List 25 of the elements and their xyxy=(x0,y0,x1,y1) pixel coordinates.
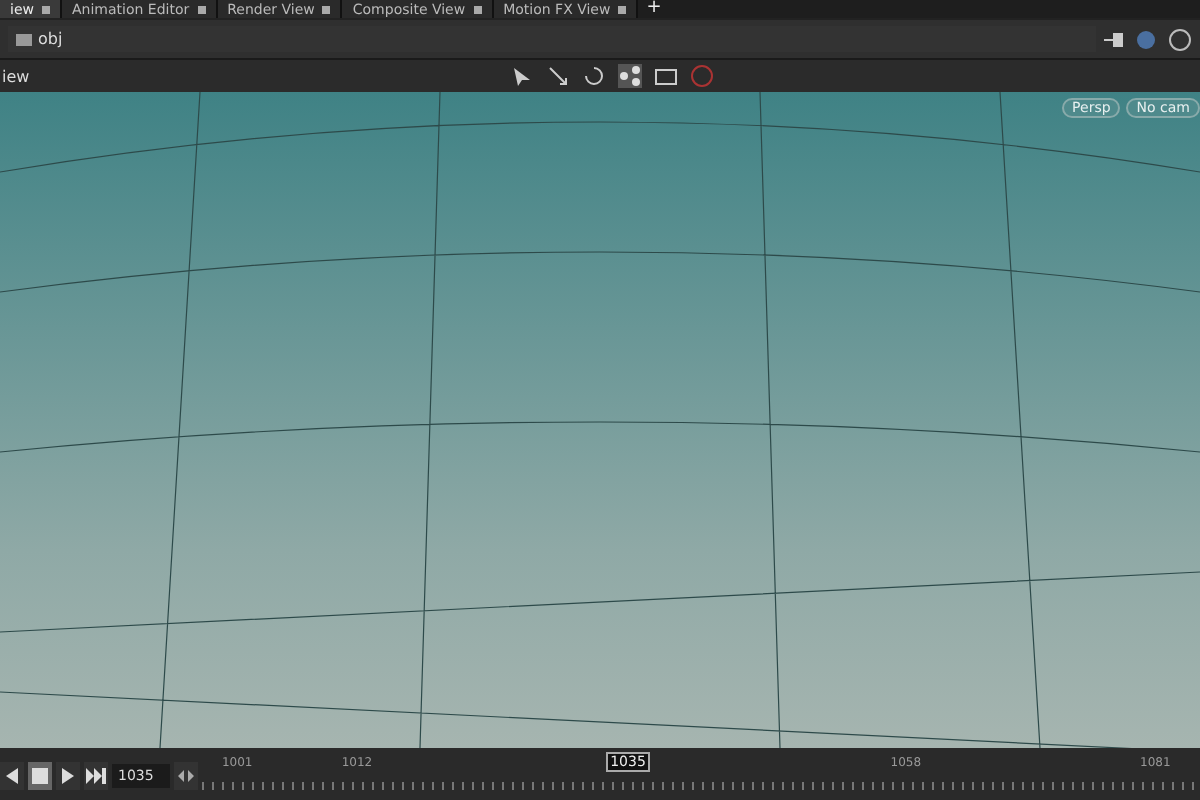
step-icon xyxy=(178,770,194,782)
circle-icon[interactable] xyxy=(1136,29,1156,49)
close-icon[interactable] xyxy=(41,5,50,13)
close-icon[interactable] xyxy=(618,5,627,13)
close-icon[interactable] xyxy=(473,5,482,13)
display-tool-icon[interactable] xyxy=(654,64,678,88)
select-tool-icon[interactable] xyxy=(510,64,534,88)
path-field[interactable]: obj xyxy=(8,26,1096,52)
step-button[interactable] xyxy=(174,762,198,790)
play-reverse-icon xyxy=(6,768,18,784)
skip-end-icon xyxy=(86,768,106,784)
last-frame-button[interactable] xyxy=(84,762,108,790)
move-tool-icon[interactable] xyxy=(546,64,570,88)
close-icon[interactable] xyxy=(322,5,331,13)
add-tab-button[interactable]: + xyxy=(638,0,670,18)
pane-title: iew xyxy=(0,67,30,85)
rotate-tool-icon[interactable] xyxy=(582,64,606,88)
stop-icon xyxy=(32,768,48,784)
play-icon xyxy=(62,768,74,784)
close-icon[interactable] xyxy=(197,5,206,13)
stop-button[interactable] xyxy=(28,762,52,790)
previous-frame-button[interactable] xyxy=(0,762,24,790)
folder-icon xyxy=(16,32,32,46)
play-button[interactable] xyxy=(56,762,80,790)
network-tool-icon[interactable] xyxy=(618,64,642,88)
